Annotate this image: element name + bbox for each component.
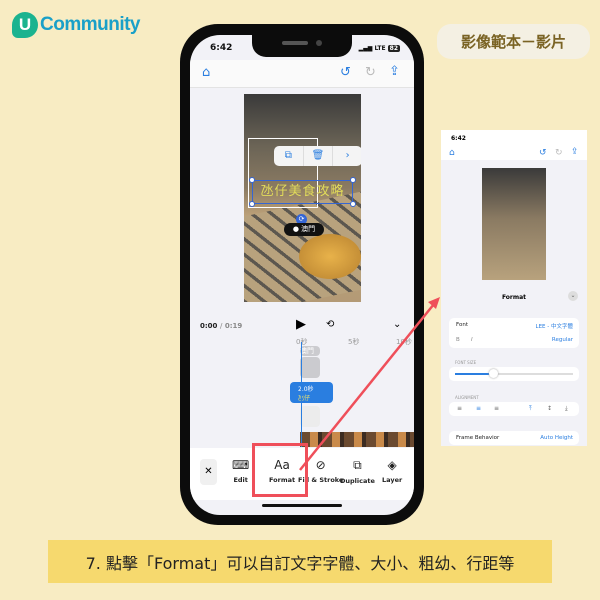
frame-behavior-value: Auto Height <box>540 435 573 441</box>
font-size-slider-thumb <box>489 369 499 378</box>
collapse-icon: ⌄ <box>568 291 578 301</box>
align-bottom-icon: ⤓ <box>565 405 568 412</box>
bold-toggle: B <box>456 337 460 343</box>
preview-header: 6:42 ⌂ ↺ ↻ ⇪ <box>441 130 587 160</box>
align-middle-icon: ↕ <box>547 405 553 412</box>
style-value: Regular <box>551 337 573 343</box>
align-center-icon: ≡ <box>476 405 482 412</box>
font-size-label: FONT SIZE <box>455 360 477 365</box>
font-card: Font LEE - 中文字體 B I Regular <box>449 318 579 348</box>
preview-status-time: 6:42 <box>451 135 466 142</box>
redo-icon: ↻ <box>555 148 563 158</box>
italic-toggle: I <box>471 337 473 343</box>
font-label: Font <box>456 322 468 328</box>
preview-video-thumbnail <box>482 168 546 280</box>
alignment-label: ALIGNMENT <box>455 395 479 400</box>
share-icon: ⇪ <box>571 147 579 157</box>
align-top-icon: ⤒ <box>529 405 532 412</box>
align-right-icon: ≡ <box>494 405 500 412</box>
font-size-fill <box>455 373 494 375</box>
frame-behavior-card: Frame Behavior Auto Height <box>449 431 579 445</box>
font-value: LEE - 中文字體 <box>535 324 574 330</box>
format-panel-screenshot: 6:42 ⌂ ↺ ↻ ⇪ Format ⌄ Font LEE - 中文字體 B … <box>441 130 587 446</box>
frame-behavior-label: Frame Behavior <box>456 435 500 441</box>
step-caption: 7. 點擊「Format」可以自訂文字字體、大小、粗幼、行距等 <box>48 540 552 583</box>
format-sheet-title: Format <box>501 294 527 301</box>
undo-icon: ↺ <box>539 148 547 158</box>
home-icon: ⌂ <box>449 148 455 158</box>
align-left-icon: ≡ <box>457 405 463 412</box>
font-size-card <box>449 367 579 381</box>
alignment-card: ≡ ≡ ≡ ⤒ ↕ ⤓ <box>449 402 579 416</box>
format-sheet: Format ⌄ Font LEE - 中文字體 B I Regular FON… <box>441 285 587 446</box>
